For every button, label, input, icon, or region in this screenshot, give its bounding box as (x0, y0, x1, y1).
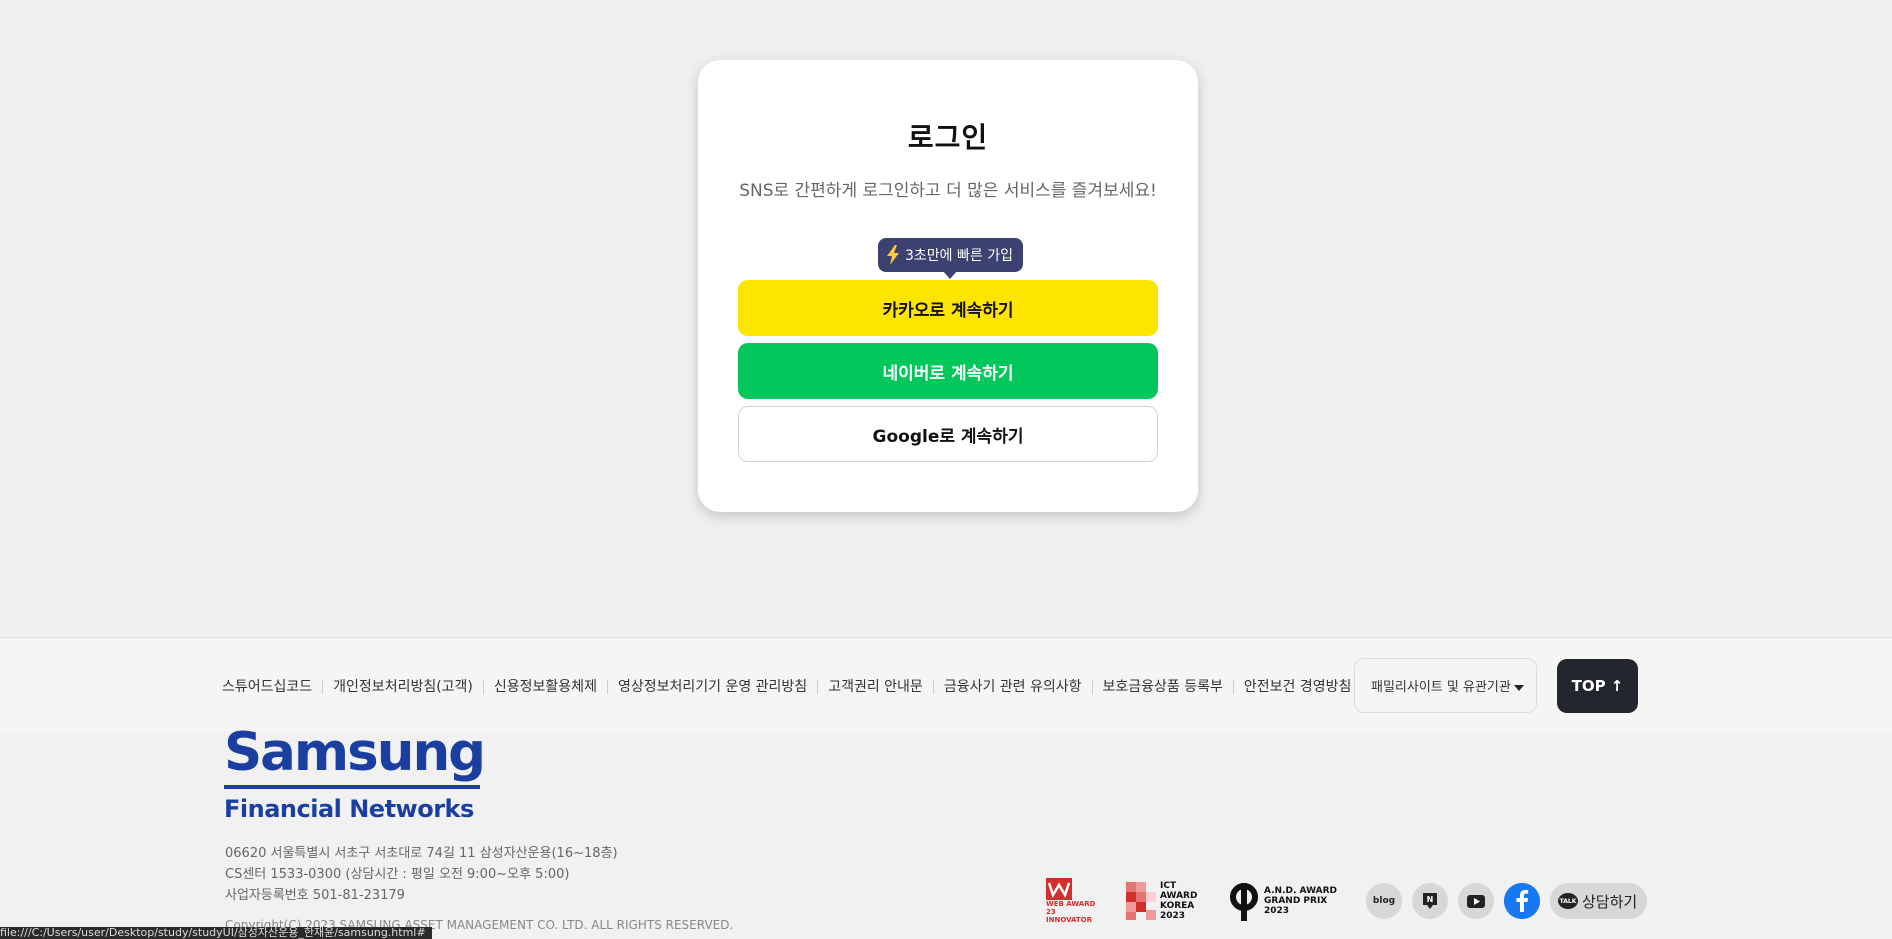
footer-links: 스튜어드십코드 개인정보처리방침(고객) 신용정보활용체제 영상정보처리기기 운… (222, 680, 1361, 694)
kakao-login-button[interactable]: 카카오로 계속하기 (738, 280, 1158, 336)
talk-label: 상담하기 (1582, 892, 1638, 911)
kakao-talk-consult-button[interactable]: TALK 상담하기 (1550, 883, 1648, 919)
facebook-glyph (1504, 883, 1540, 919)
web-award-badge: WEB AWARD 23 INNOVATOR (1046, 878, 1098, 924)
footer-link-privacy[interactable]: 개인정보처리방침(고객) (322, 680, 483, 694)
family-site-label: 패밀리사이트 및 유관기관 (1371, 680, 1511, 695)
web-award-logo: WEB AWARD 23 INNOVATOR (1046, 878, 1098, 924)
footer-link-protected-products[interactable]: 보호금융상품 등록부 (1091, 680, 1233, 694)
footer-link-bar: 스튜어드십코드 개인정보처리방침(고객) 신용정보활용체제 영상정보처리기기 운… (0, 638, 1892, 732)
facebook-icon[interactable] (1504, 883, 1540, 919)
naver-post-icon[interactable]: N (1412, 883, 1448, 919)
blog-icon[interactable]: blog (1366, 883, 1402, 919)
login-title: 로그인 (907, 121, 989, 154)
caret-down-icon (1514, 685, 1524, 691)
footer-link-credit-info[interactable]: 신용정보활용체제 (482, 680, 607, 694)
awards-and-social: WEB AWARD 23 INNOVATOR ICT AWARD KOREA 2… (1046, 878, 1648, 924)
business-number: 사업자등록번호 501-81-23179 (225, 888, 405, 903)
cs-center: CS센터 1533-0300 (상담시간 : 평일 오전 9:00~오후 5:0… (225, 867, 570, 882)
login-subtitle: SNS로 간편하게 로그인하고 더 많은 서비스를 즐겨보세요! (739, 181, 1157, 201)
tooltip-text: 3초만에 빠른 가입 (905, 248, 1013, 264)
naver-login-button[interactable]: 네이버로 계속하기 (738, 343, 1158, 399)
youtube-icon[interactable] (1458, 883, 1494, 919)
google-login-button[interactable]: Google로 계속하기 (738, 406, 1158, 462)
top-button[interactable]: TOP ↑ (1557, 659, 1638, 713)
ict-award-text: ICT AWARD KOREA 2023 (1160, 881, 1198, 921)
footer-link-fraud-notice[interactable]: 금융사기 관련 유의사항 (932, 680, 1092, 694)
ict-award-icon (1126, 882, 1156, 920)
footer-link-stewardship[interactable]: 스튜어드십코드 (222, 680, 322, 694)
ict-award-badge: ICT AWARD KOREA 2023 (1126, 881, 1200, 921)
footer-link-customer-rights[interactable]: 고객권리 안내문 (817, 680, 933, 694)
login-card: 로그인 SNS로 간편하게 로그인하고 더 많은 서비스를 즐겨보세요! 3초만… (698, 60, 1198, 512)
logo-samsung: Samsung (224, 722, 486, 783)
svg-text:N: N (1427, 895, 1434, 904)
logo-divider (224, 785, 480, 789)
lightning-icon (887, 245, 899, 265)
company-address: 06620 서울특별시 서초구 서초대로 74길 11 삼성자산운용(16~18… (225, 846, 618, 861)
talk-icon: TALK (1558, 893, 1578, 909)
company-info: 06620 서울특별시 서초구 서초대로 74길 11 삼성자산운용(16~18… (225, 843, 618, 906)
quick-signup-tooltip: 3초만에 빠른 가입 (878, 238, 1023, 279)
post-glyph: N (1423, 893, 1437, 909)
footer-link-safety-policy[interactable]: 안전보건 경영방침 (1232, 680, 1362, 694)
and-award-icon (1230, 883, 1258, 921)
and-award-badge: A.N.D. AWARD GRAND PRIX 2023 (1228, 881, 1338, 921)
family-site-select[interactable]: 패밀리사이트 및 유관기관 (1354, 658, 1537, 713)
footer: 스튜어드십코드 개인정보처리방침(고객) 신용정보활용체제 영상정보처리기기 운… (0, 637, 1892, 939)
and-award-text: A.N.D. AWARD GRAND PRIX 2023 (1264, 886, 1337, 916)
web-award-icon (1046, 878, 1072, 900)
web-award-text: WEB AWARD 23 INNOVATOR (1046, 900, 1096, 924)
social-links: blog N TALK 상담하기 (1366, 883, 1648, 919)
browser-status-bar: file:///C:/Users/user/Desktop/study/stud… (0, 927, 432, 939)
footer-link-cctv-policy[interactable]: 영상정보처리기기 운영 관리방침 (606, 680, 817, 694)
logo-financial-networks: Financial Networks (224, 795, 474, 823)
youtube-glyph (1467, 894, 1485, 908)
samsung-fn-logo: Samsung Financial Networks (224, 723, 520, 823)
